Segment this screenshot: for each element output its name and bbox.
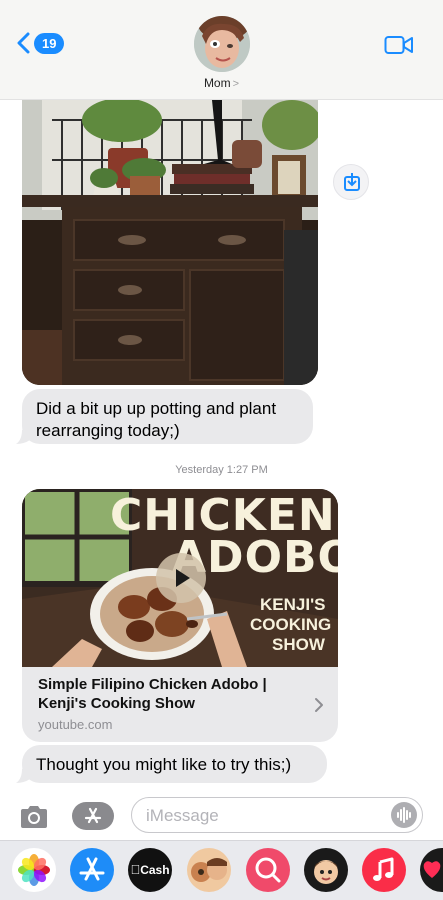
message-text: Thought you might like to try this;) xyxy=(36,755,292,774)
imessage-app-drawer: Cash xyxy=(0,840,443,900)
back-button[interactable]: 19 xyxy=(16,32,65,54)
image-search-icon xyxy=(255,857,281,883)
dresser-plants-photo xyxy=(22,100,318,385)
photos-app-button[interactable] xyxy=(12,848,56,892)
audio-waveform-icon xyxy=(397,807,411,823)
imessage-placeholder: iMessage xyxy=(146,806,219,825)
contact-name-label: Mom xyxy=(203,76,231,90)
digital-touch-app-button[interactable] xyxy=(420,848,443,892)
message-bubble[interactable]: Thought you might like to try this;) xyxy=(22,745,327,783)
contact-photo xyxy=(194,16,250,72)
memoji-app-button[interactable] xyxy=(187,848,231,892)
heart-icon xyxy=(423,861,441,878)
message-text: Did a bit up up potting and plant rearra… xyxy=(36,399,277,440)
play-icon xyxy=(176,569,190,587)
message-bubble[interactable]: Did a bit up up potting and plant rearra… xyxy=(22,389,313,444)
link-preview-card[interactable]: CHICKEN ADOBO KENJI'S COOKING SHOW Simpl… xyxy=(22,489,338,742)
apple-cash-label: Cash xyxy=(135,863,169,877)
link-domain: youtube.com xyxy=(38,717,113,732)
contact-name-chevron: > xyxy=(232,78,240,90)
thumbnail-show-line3: SHOW xyxy=(272,635,325,654)
app-store-icon xyxy=(84,807,102,824)
chevron-right-icon xyxy=(315,698,323,712)
message-timestamp: Yesterday 1:27 PM xyxy=(175,464,268,476)
bubble-tail xyxy=(16,769,30,783)
conversation-header: 19 Mom > xyxy=(0,0,443,100)
thumbnail-show-line2: COOKING xyxy=(250,615,332,634)
photo-attachment[interactable] xyxy=(22,100,318,385)
compose-bar: iMessage xyxy=(0,790,443,840)
contact-avatar[interactable] xyxy=(194,16,250,72)
download-icon xyxy=(344,173,360,191)
link-title: Simple Filipino Chicken Adobo | Kenji's … xyxy=(38,676,267,712)
memoji-icon xyxy=(314,860,338,884)
app-store-icon xyxy=(79,857,105,881)
play-button[interactable] xyxy=(156,553,206,603)
music-app-button[interactable] xyxy=(362,848,406,892)
memoji-stickers-app-button[interactable] xyxy=(304,848,348,892)
audio-message-button[interactable] xyxy=(391,802,417,828)
thumbnail-show-line1: KENJI'S xyxy=(260,595,326,614)
unread-count-badge: 19 xyxy=(34,32,65,54)
app-store-button[interactable] xyxy=(72,802,114,830)
bubble-tail xyxy=(16,430,30,444)
video-thumbnail[interactable]: CHICKEN ADOBO KENJI'S COOKING SHOW xyxy=(22,489,338,667)
memoji-icon xyxy=(191,858,227,882)
apple-cash-icon:  xyxy=(130,862,140,877)
app-store-app-button[interactable] xyxy=(70,848,114,892)
chevron-left-icon xyxy=(17,32,30,54)
photos-icon xyxy=(18,854,50,886)
music-icon xyxy=(373,857,394,881)
save-photo-button[interactable] xyxy=(333,164,369,200)
apple-cash-app-button[interactable]: Cash xyxy=(128,848,172,892)
video-camera-icon[interactable] xyxy=(384,34,414,56)
contact-name[interactable]: Mom > xyxy=(0,76,443,90)
imessage-input[interactable]: iMessage xyxy=(131,797,423,833)
image-search-app-button[interactable] xyxy=(246,848,290,892)
camera-icon[interactable] xyxy=(18,804,50,830)
